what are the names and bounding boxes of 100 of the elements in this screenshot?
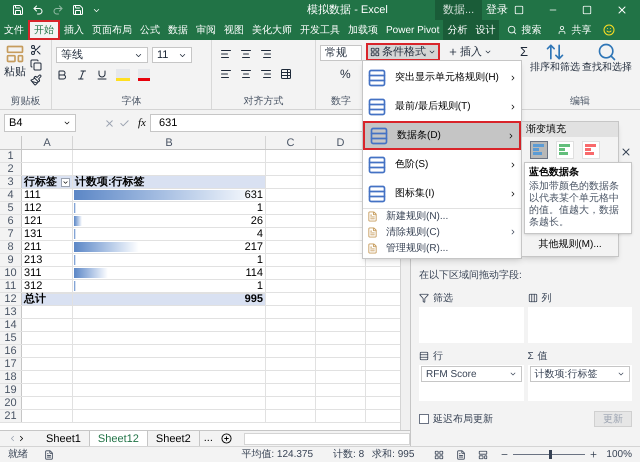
font-color-icon[interactable] <box>138 69 150 81</box>
field-dropdown[interactable]: 计数项:行标签 <box>530 366 630 382</box>
column-header[interactable]: C <box>286 136 294 149</box>
close-icon[interactable] <box>616 4 628 16</box>
ribbon-tab[interactable]: Power Pivot <box>382 20 444 40</box>
italic-icon[interactable] <box>76 69 88 81</box>
menu-item[interactable]: 清除规则(C) <box>363 224 521 240</box>
status-text: 就绪 <box>8 448 28 462</box>
area-label: 列 <box>542 292 552 306</box>
font-name-field[interactable]: 等线 <box>56 47 148 63</box>
undo-icon[interactable] <box>32 4 44 16</box>
menu-item[interactable]: 突出显示单元格规则(H) <box>363 63 521 92</box>
ribbon-tab[interactable]: 数据 <box>164 20 192 40</box>
insert-function-button[interactable]: fx <box>138 114 146 132</box>
smiley-icon[interactable] <box>603 24 616 36</box>
column-header[interactable]: B <box>165 136 173 149</box>
ribbon-tab[interactable]: 分析 <box>443 20 472 40</box>
percent-button[interactable]: % <box>340 65 351 83</box>
zoom-slider-thumb[interactable] <box>549 450 552 459</box>
filter-dropdown-icon[interactable] <box>61 178 70 186</box>
row-number: 13 <box>4 306 17 318</box>
close-icon[interactable] <box>620 146 632 158</box>
table-cell: 112 <box>24 202 42 214</box>
underline-icon[interactable] <box>96 69 108 81</box>
grid-icon <box>370 47 380 57</box>
page-layout-icon[interactable] <box>456 450 466 460</box>
ribbon-tab[interactable]: 视图 <box>220 20 248 40</box>
insert-button[interactable]: 插入 <box>448 44 492 60</box>
ribbon-tab[interactable]: 插入 <box>60 20 88 40</box>
table-cell: 121 <box>24 214 42 228</box>
ribbon-display-icon[interactable] <box>514 5 524 15</box>
ribbon-tab[interactable]: 开始 <box>28 20 60 40</box>
data-bar-swatch[interactable] <box>530 141 548 159</box>
align-center-icon[interactable] <box>240 68 252 80</box>
table-cell: 131 <box>24 228 42 240</box>
number-format-field[interactable]: 常规 <box>320 45 362 61</box>
field-dropdown[interactable]: RFM Score <box>421 366 522 382</box>
align-left-icon[interactable] <box>220 68 232 80</box>
ribbon-tab[interactable]: 美化大师 <box>248 20 296 40</box>
font-size-field[interactable]: 11 <box>152 47 192 63</box>
ribbon-tab[interactable]: 文件 <box>0 20 28 40</box>
fill-color-icon[interactable] <box>116 69 130 81</box>
table-cell: 4 <box>256 228 264 240</box>
ribbon-tab[interactable]: 审阅 <box>192 20 220 40</box>
table-cell: 631 <box>244 188 264 202</box>
search-icon <box>507 25 518 35</box>
copy-icon[interactable] <box>30 59 42 71</box>
sort-icon <box>545 42 566 62</box>
table-cell: 211 <box>24 240 42 254</box>
ribbon-tab[interactable]: 加载项 <box>344 20 382 40</box>
sigma-icon: Σ <box>528 348 534 364</box>
menu-item[interactable]: 色阶(S) <box>363 150 521 179</box>
tooltip-text: 添加带颜色的数据条以代表某个单元格中的值。值越大，数据条越长。 <box>529 181 620 229</box>
rows-icon <box>419 351 429 361</box>
row-number: 8 <box>7 241 14 253</box>
maximize-icon[interactable] <box>582 5 592 15</box>
sort-filter-button[interactable]: 排序和筛选 <box>530 42 580 74</box>
bold-icon[interactable] <box>56 69 68 81</box>
table-cell: 311 <box>24 266 42 280</box>
name-box[interactable]: B4 <box>4 114 76 132</box>
normal-view-icon[interactable] <box>434 450 444 460</box>
row-number: 2 <box>7 163 14 175</box>
column-header[interactable]: D <box>336 136 344 149</box>
sum-text: 求和: 995 <box>372 448 414 462</box>
column-header[interactable]: A <box>43 136 51 149</box>
tell-me-field[interactable]: 搜索 <box>521 22 542 38</box>
menu-item[interactable]: 数据条(D) <box>363 121 521 150</box>
ribbon-tab[interactable]: 设计 <box>471 20 500 40</box>
menu-item[interactable]: 管理规则(R)... <box>363 240 521 256</box>
conditional-format-button[interactable]: 条件格式 <box>366 43 440 61</box>
group-label: 对齐方式 <box>244 94 284 109</box>
paste-button[interactable]: 粘贴 <box>4 44 26 80</box>
cancel-icon <box>104 118 115 128</box>
format-painter-icon[interactable] <box>30 74 42 86</box>
merge-icon[interactable] <box>280 68 292 80</box>
sheet-tab[interactable]: Sheet12 <box>90 431 148 446</box>
autosum-button[interactable]: Σ <box>520 42 528 62</box>
row-number: 17 <box>4 358 17 370</box>
ribbon-tab[interactable]: 公式 <box>136 20 164 40</box>
context-label: 数据... <box>443 2 474 18</box>
menu-item[interactable]: 图标集(I) <box>363 179 521 208</box>
more-sheets-button[interactable]: ... <box>200 430 217 447</box>
ribbon-tab[interactable]: 页面布局 <box>88 20 136 40</box>
cut-icon[interactable] <box>30 44 42 56</box>
menu-item[interactable]: 新建规则(N)... <box>363 208 521 224</box>
table-cell: 111 <box>24 188 41 202</box>
row-number: 21 <box>4 410 17 422</box>
align-right-icon[interactable] <box>260 68 272 80</box>
add-sheet-icon[interactable] <box>220 433 232 444</box>
scroll-right-icon[interactable] <box>17 434 26 443</box>
find-select-button[interactable]: 查找和选择 <box>582 42 632 74</box>
row-number: 20 <box>4 397 17 409</box>
zoom-in-icon[interactable] <box>589 450 598 459</box>
menu-item[interactable]: 其他规则(M)... <box>538 237 602 252</box>
sign-in-link[interactable]: 登录 <box>486 2 508 18</box>
share-button[interactable]: 共享 <box>571 22 592 38</box>
checkbox[interactable] <box>419 414 429 424</box>
ribbon-tab[interactable]: 开发工具 <box>296 20 344 40</box>
save-icon[interactable] <box>12 4 24 16</box>
rules-icon <box>369 126 389 146</box>
